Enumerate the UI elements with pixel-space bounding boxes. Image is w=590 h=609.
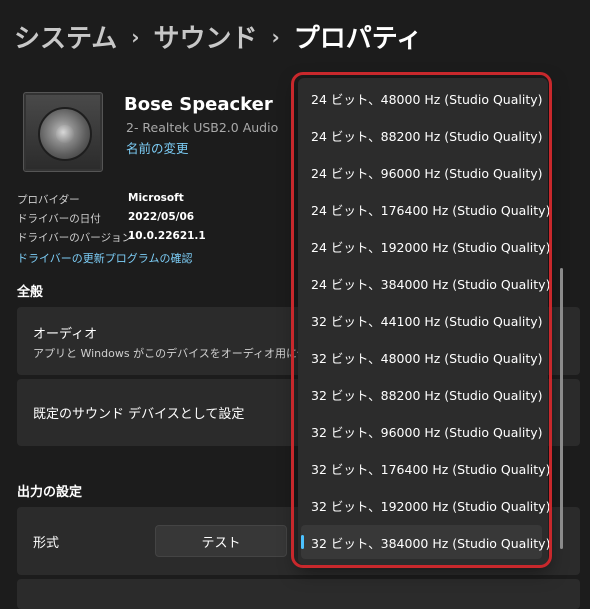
format-option[interactable]: 32 ビット、96000 Hz (Studio Quality): [298, 414, 543, 448]
breadcrumb-sound[interactable]: サウンド: [153, 18, 257, 55]
chevron-right-icon: ›: [131, 24, 140, 49]
format-dropdown-list: 24 ビット、48000 Hz (Studio Quality) 24 ビット、…: [298, 78, 550, 565]
format-option[interactable]: 24 ビット、88200 Hz (Studio Quality): [298, 118, 543, 152]
page-title: プロパティ: [293, 24, 423, 54]
format-option-selected[interactable]: 32 ビット、384000 Hz (Studio Quality): [301, 525, 550, 559]
speaker-cone: [38, 107, 92, 161]
breadcrumb: システム › サウンド › プロパティ: [14, 18, 422, 55]
speaker-icon: [23, 92, 103, 172]
format-option[interactable]: 24 ビット、48000 Hz (Studio Quality): [298, 81, 543, 115]
format-option[interactable]: 32 ビット、176400 Hz (Studio Quality): [298, 451, 550, 485]
driver-date-label: ドライバーの日付: [17, 213, 101, 225]
device-subtitle: 2- Realtek USB2.0 Audio: [126, 120, 279, 135]
output-settings-heading: 出力の設定: [17, 485, 83, 500]
format-option[interactable]: 32 ビット、48000 Hz (Studio Quality): [298, 340, 543, 374]
format-option[interactable]: 32 ビット、44100 Hz (Studio Quality): [298, 303, 543, 337]
format-option[interactable]: 32 ビット、192000 Hz (Studio Quality): [298, 488, 550, 522]
provider-value: Microsoft: [128, 192, 184, 204]
driver-update-link[interactable]: ドライバーの更新プログラムの確認: [17, 250, 192, 266]
format-option[interactable]: 24 ビット、96000 Hz (Studio Quality): [298, 155, 543, 189]
selected-indicator: [301, 535, 304, 549]
format-option[interactable]: 24 ビット、176400 Hz (Studio Quality): [298, 192, 550, 226]
format-option[interactable]: 24 ビット、192000 Hz (Studio Quality): [298, 229, 550, 263]
driver-date-value: 2022/05/06: [128, 211, 195, 223]
general-heading: 全般: [17, 285, 44, 300]
test-button[interactable]: テスト: [155, 525, 287, 557]
chevron-right-icon: ›: [271, 24, 280, 49]
driver-version-label: ドライバーのバージョン: [17, 232, 133, 244]
driver-version-value: 10.0.22621.1: [128, 230, 206, 242]
next-setting-card[interactable]: [17, 579, 580, 609]
provider-label: プロバイダー: [17, 194, 80, 206]
dropdown-scrollbar[interactable]: [560, 268, 563, 549]
breadcrumb-system[interactable]: システム: [14, 18, 117, 55]
audio-description: アプリと Windows がこのデバイスをオーディオ用に使用す: [33, 347, 313, 360]
device-name: Bose Speacker: [124, 94, 273, 115]
rename-link[interactable]: 名前の変更: [126, 138, 189, 157]
format-label: 形式: [33, 536, 60, 551]
audio-title: オーディオ: [33, 327, 98, 342]
format-option[interactable]: 24 ビット、384000 Hz (Studio Quality): [298, 266, 550, 300]
format-option[interactable]: 32 ビット、88200 Hz (Studio Quality): [298, 377, 543, 411]
set-default-device-title: 既定のサウンド デバイスとして設定: [33, 407, 245, 422]
format-option-label: 32 ビット、384000 Hz (Studio Quality): [311, 535, 551, 551]
